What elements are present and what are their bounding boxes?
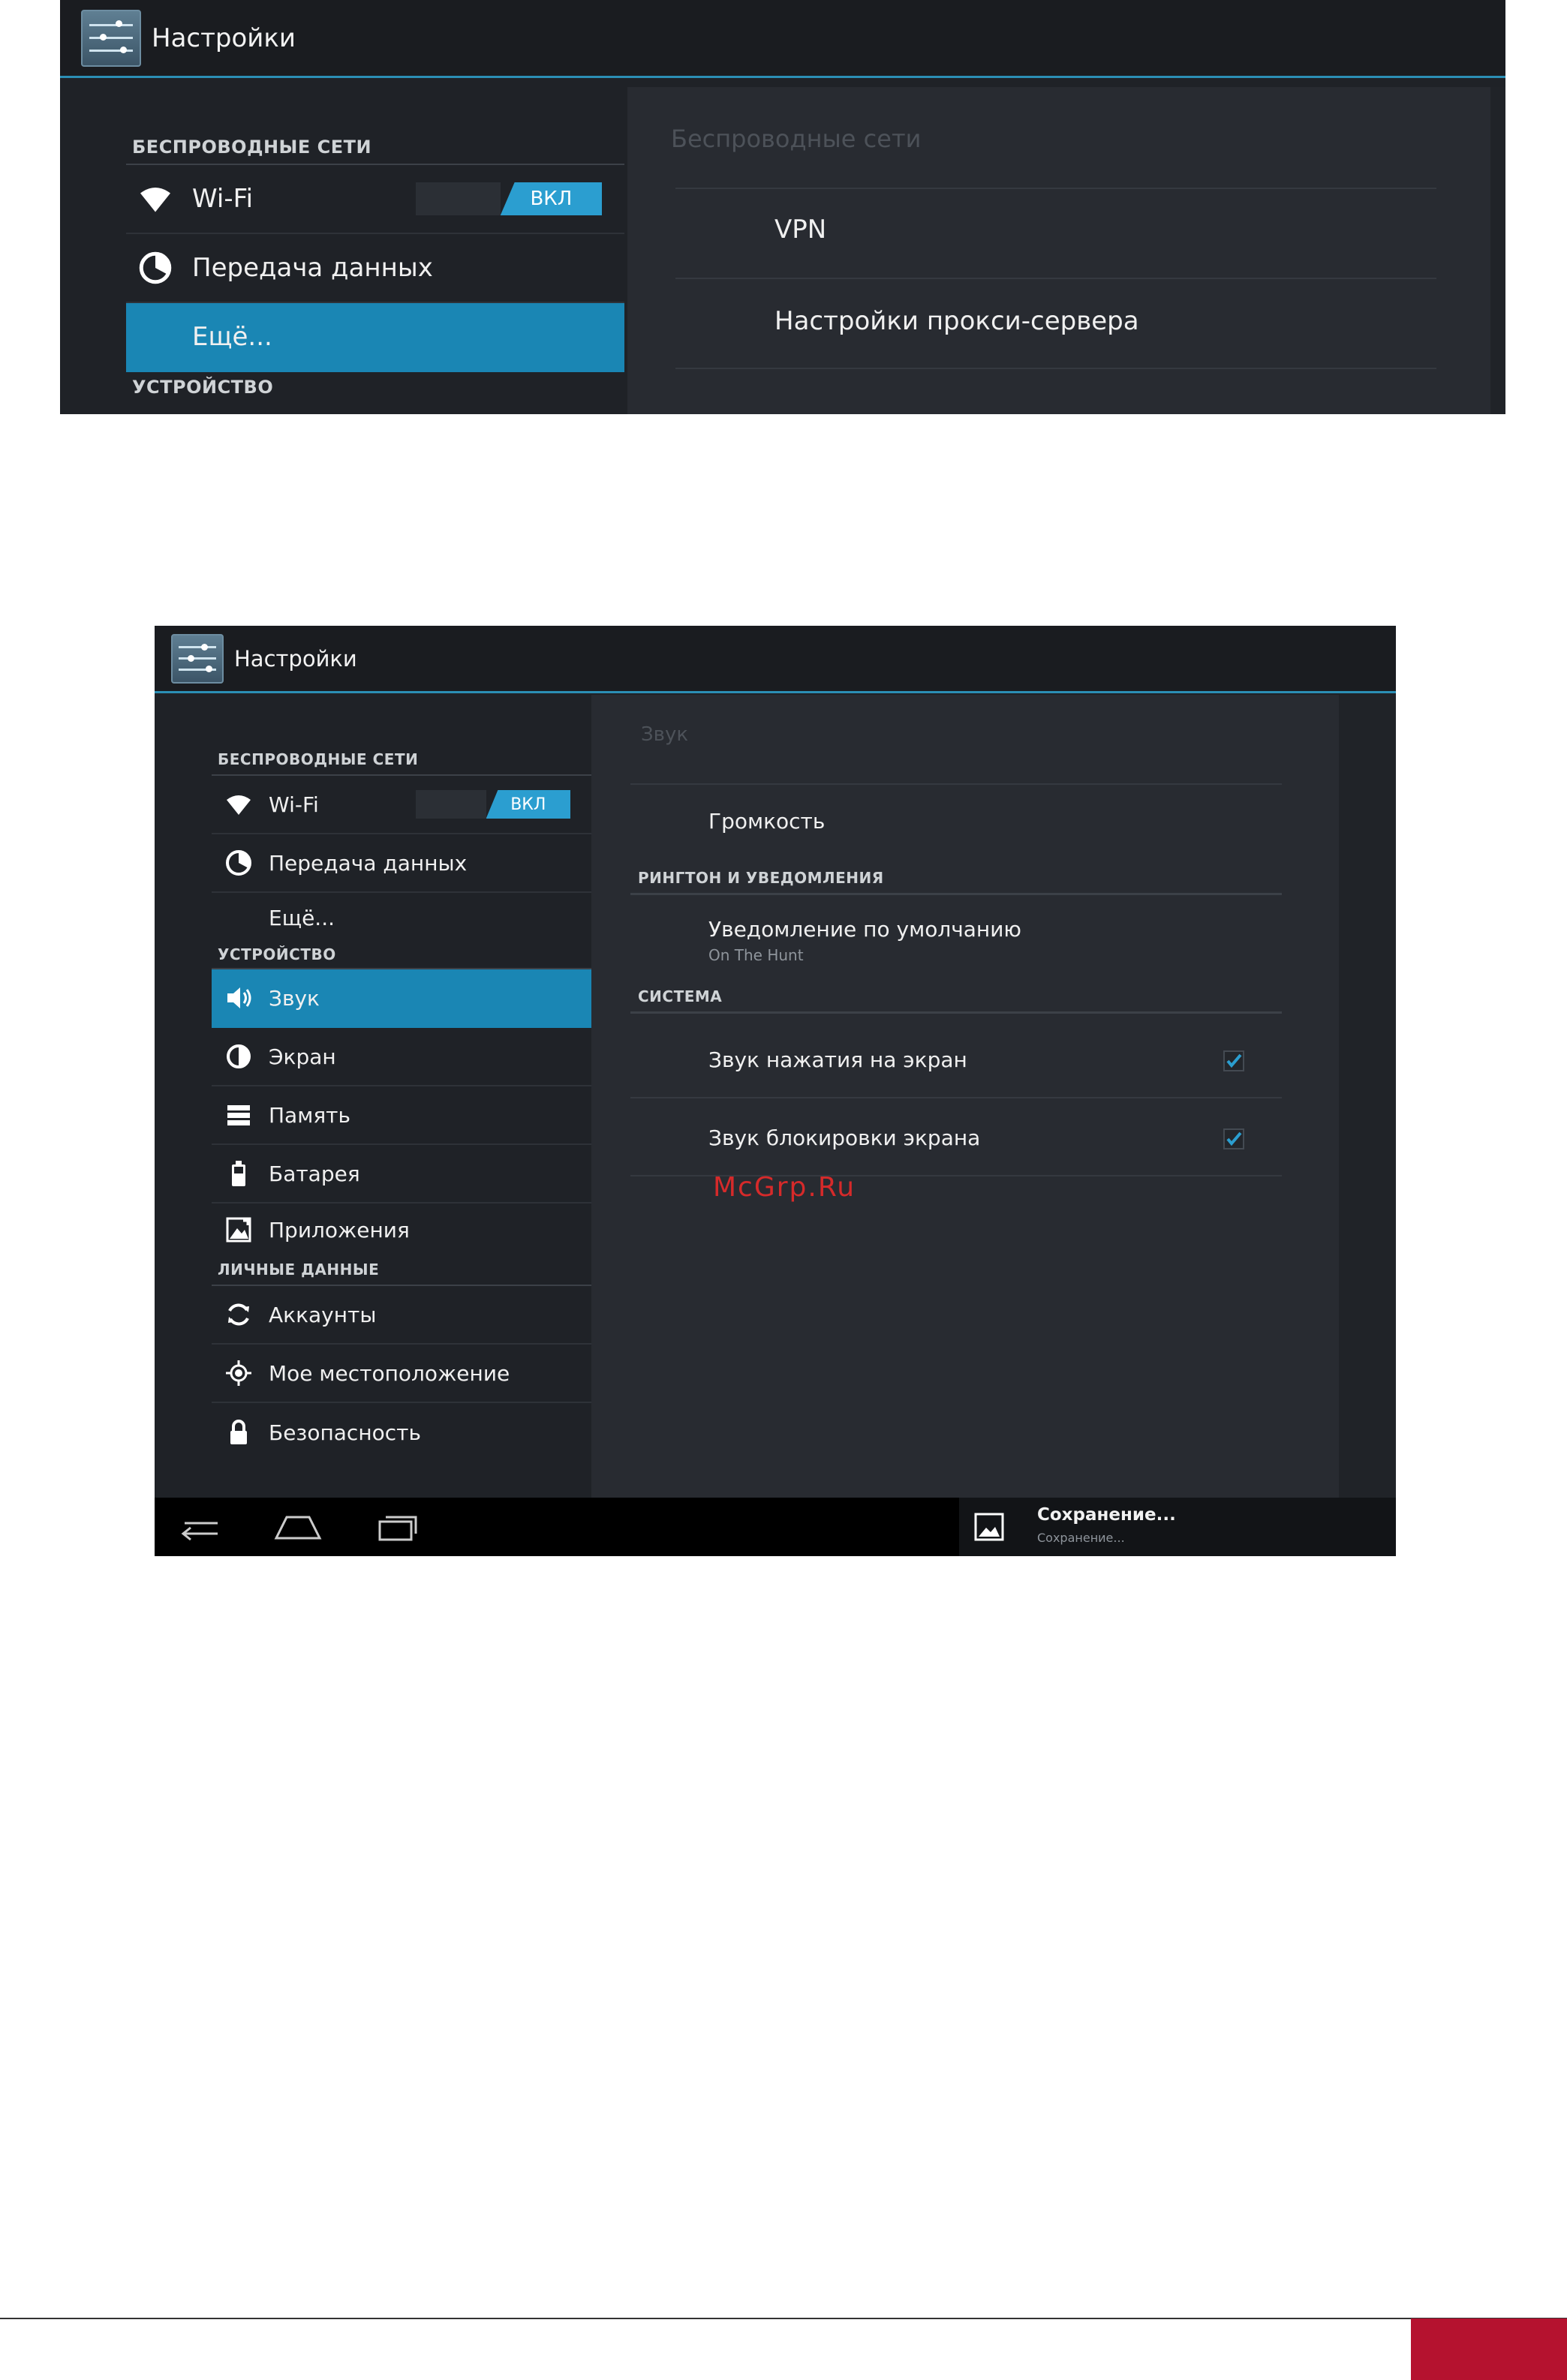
lock-icon <box>224 1417 254 1447</box>
notification-title: Сохранение... <box>1037 1505 1176 1525</box>
settings-item-label: Память <box>269 1102 350 1128</box>
settings-app-icon[interactable] <box>171 633 224 684</box>
settings-list: БЕСПРОВОДНЫЕ СЕТИ Wi-Fi ВКЛ Передача дан… <box>212 737 591 1462</box>
data-usage-icon <box>137 249 174 287</box>
settings-item-display[interactable]: Экран <box>212 1028 591 1086</box>
screenshot-wireless-more: Настройки БЕСПРОВОДНЫЕ СЕТИ Wi-Fi ВКЛ Пе… <box>60 0 1505 414</box>
category-wireless: БЕСПРОВОДНЫЕ СЕТИ <box>126 120 624 165</box>
wifi-toggle-label: ВКЛ <box>486 790 570 819</box>
action-bar: Настройки <box>60 0 1505 78</box>
touch-sound-item[interactable]: Звук нажатия на экран <box>708 1047 967 1072</box>
volume-item[interactable]: Громкость <box>708 809 825 834</box>
settings-item-label: Wi-Fi <box>192 184 254 214</box>
settings-item-label: Приложения <box>269 1217 410 1243</box>
lock-sound-checkbox[interactable] <box>1223 1128 1244 1149</box>
settings-item-label: Батарея <box>269 1161 360 1186</box>
settings-item-apps[interactable]: Приложения <box>212 1204 591 1256</box>
touch-sound-checkbox[interactable] <box>1223 1050 1244 1071</box>
app-title: Настройки <box>152 23 296 53</box>
settings-item-data-usage[interactable]: Передача данных <box>126 234 624 303</box>
settings-item-sound[interactable]: Звук <box>212 969 591 1028</box>
footer-divider <box>0 2318 1567 2319</box>
home-icon <box>274 1516 322 1540</box>
wifi-icon <box>224 789 254 819</box>
wifi-toggle[interactable]: ВКЛ <box>416 790 570 819</box>
back-icon <box>181 1522 218 1541</box>
settings-item-label: Аккаунты <box>269 1302 377 1327</box>
settings-item-more[interactable]: Ещё... <box>126 303 624 372</box>
settings-item-label: Мое местоположение <box>269 1360 510 1386</box>
location-target-icon <box>224 1358 254 1388</box>
settings-item-more[interactable]: Ещё... <box>212 893 591 942</box>
detail-panel: Звук Громкость РИНГТОН И УВЕДОМЛЕНИЯ Уве… <box>591 695 1339 1541</box>
category-wireless: БЕСПРОВОДНЫЕ СЕТИ <box>212 737 591 776</box>
settings-item-security[interactable]: Безопасность <box>212 1403 591 1462</box>
settings-item-label: Звук <box>269 985 320 1011</box>
settings-item-label: Передача данных <box>269 850 468 876</box>
category-system: СИСТЕМА <box>638 987 723 1005</box>
watermark: McGrp.Ru <box>713 1172 856 1203</box>
storage-icon <box>224 1100 254 1130</box>
recent-apps-icon <box>378 1516 417 1541</box>
speaker-icon <box>224 983 254 1013</box>
settings-item-battery[interactable]: Батарея <box>212 1145 591 1204</box>
battery-icon <box>224 1158 254 1188</box>
notification-subtitle: Сохранение... <box>1037 1531 1125 1545</box>
settings-item-storage[interactable]: Память <box>212 1086 591 1145</box>
settings-item-wifi[interactable]: Wi-Fi ВКЛ <box>212 776 591 834</box>
category-device: УСТРОЙСТВО <box>212 942 591 969</box>
brightness-icon <box>224 1041 254 1071</box>
proxy-settings-item[interactable]: Настройки прокси-сервера <box>774 306 1139 336</box>
system-navigation-bar: Сохранение... Сохранение... <box>155 1498 1396 1556</box>
default-notification-value: On The Hunt <box>708 946 804 964</box>
category-personal: ЛИЧНЫЕ ДАННЫЕ <box>212 1256 591 1286</box>
detail-panel: Беспроводные сети VPN Настройки прокси-с… <box>627 87 1492 414</box>
lock-sound-item[interactable]: Звук блокировки экрана <box>708 1125 980 1150</box>
action-bar: Настройки <box>155 626 1396 693</box>
wifi-toggle-label: ВКЛ <box>500 182 602 215</box>
settings-item-label: Ещё... <box>269 905 335 930</box>
settings-item-label: Безопасность <box>269 1420 421 1445</box>
footer-accent-block <box>1411 2318 1567 2380</box>
default-notification-item[interactable]: Уведомление по умолчанию On The Hunt <box>708 917 1021 964</box>
category-ringtone: РИНГТОН И УВЕДОМЛЕНИЯ <box>638 869 884 887</box>
settings-item-wifi[interactable]: Wi-Fi ВКЛ <box>126 165 624 234</box>
settings-item-label: Экран <box>269 1044 336 1069</box>
settings-item-data-usage[interactable]: Передача данных <box>212 834 591 893</box>
home-button[interactable] <box>272 1508 324 1546</box>
settings-list: БЕСПРОВОДНЫЕ СЕТИ Wi-Fi ВКЛ Передача дан… <box>126 120 624 399</box>
screenshot-sound-settings: Настройки БЕСПРОВОДНЫЕ СЕТИ Wi-Fi ВКЛ Пе… <box>155 626 1396 1556</box>
recent-apps-button[interactable] <box>369 1508 422 1546</box>
data-usage-icon <box>224 848 254 878</box>
apps-icon <box>224 1215 254 1245</box>
settings-app-icon[interactable] <box>81 9 141 67</box>
settings-item-location[interactable]: Мое местоположение <box>212 1345 591 1403</box>
detail-title: Звук <box>641 723 689 746</box>
category-device: УСТРОЙСТВО <box>132 377 274 398</box>
settings-item-label: Передача данных <box>192 253 433 283</box>
default-notification-label: Уведомление по умолчанию <box>708 917 1021 942</box>
notification-saving[interactable]: Сохранение... Сохранение... <box>959 1498 1396 1556</box>
sync-icon <box>224 1300 254 1330</box>
app-title: Настройки <box>234 645 357 672</box>
settings-item-label: Ещё... <box>192 322 272 352</box>
back-button[interactable] <box>174 1508 227 1546</box>
wifi-toggle[interactable]: ВКЛ <box>416 182 602 215</box>
vpn-item[interactable]: VPN <box>774 215 826 245</box>
wifi-icon <box>137 180 174 218</box>
settings-item-accounts[interactable]: Аккаунты <box>212 1286 591 1345</box>
settings-item-label: Wi-Fi <box>269 792 319 817</box>
screenshot-image-icon <box>974 1513 1004 1541</box>
detail-title: Беспроводные сети <box>671 125 922 153</box>
